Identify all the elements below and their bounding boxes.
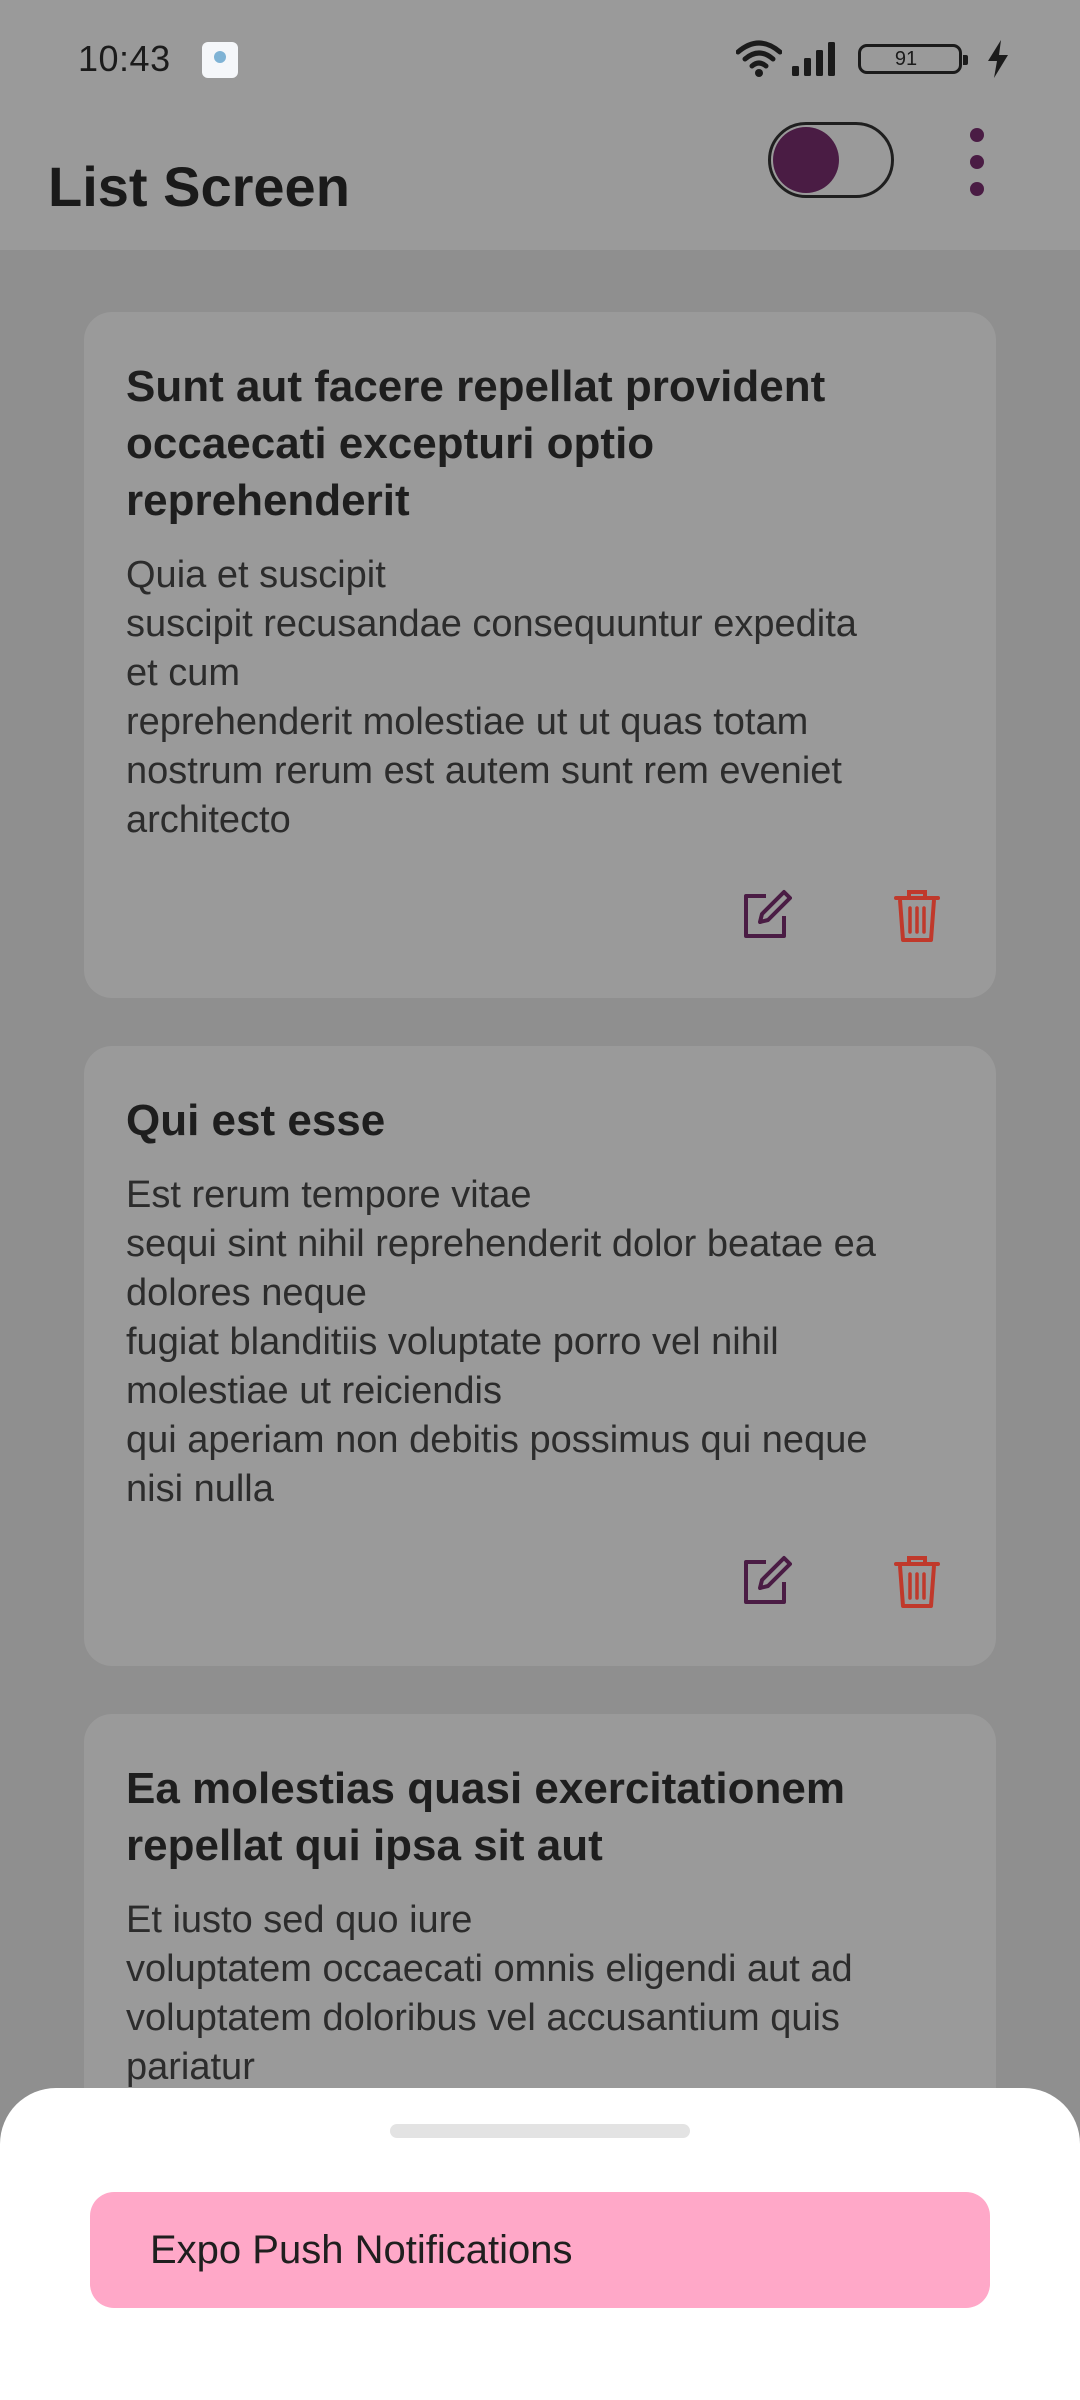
post-card: Sunt aut facere repellat provident occae…: [84, 312, 996, 998]
status-time: 10:43: [78, 38, 171, 79]
post-body: Et iusto sed quo iure voluptatem occaeca…: [126, 1899, 853, 2088]
theme-toggle[interactable]: [768, 122, 894, 198]
status-bar: 10:43 91: [0, 0, 1080, 124]
post-body: Quia et suscipit suscipit recusandae con…: [126, 554, 857, 841]
app-notification-icon: [202, 42, 238, 78]
post-card: Qui est esse Est rerum tempore vitae seq…: [84, 1046, 996, 1666]
page-title: List Screen: [48, 155, 350, 218]
edit-icon[interactable]: [740, 888, 792, 942]
post-title: Ea molestias quasi exercitationem repell…: [126, 1764, 845, 1870]
edit-icon[interactable]: [740, 1554, 792, 1608]
bottom-sheet: Expo Push Notifications: [0, 2088, 1080, 2400]
battery-level: 91: [894, 48, 918, 70]
post-title: Qui est esse: [126, 1096, 386, 1145]
wifi-icon: [736, 40, 782, 77]
charging-icon: [988, 40, 1008, 78]
app-bar: List Screen: [0, 124, 1080, 250]
expo-push-notifications-button[interactable]: Expo Push Notifications: [90, 2192, 990, 2308]
post-title: Sunt aut facere repellat provident occae…: [126, 362, 826, 525]
toggle-knob: [773, 127, 839, 193]
card-actions: [740, 1554, 940, 1614]
sheet-button-label: Expo Push Notifications: [150, 2228, 573, 2272]
card-actions: [740, 888, 940, 948]
battery-icon: 91: [858, 44, 968, 74]
post-list[interactable]: Sunt aut facere repellat provident occae…: [0, 250, 1080, 2400]
sheet-drag-handle[interactable]: [390, 2124, 690, 2138]
post-body: Est rerum tempore vitae sequi sint nihil…: [126, 1174, 876, 1510]
more-options-icon[interactable]: [966, 128, 990, 196]
signal-icon: [792, 42, 835, 76]
delete-icon[interactable]: [894, 888, 940, 944]
delete-icon[interactable]: [894, 1554, 940, 1610]
